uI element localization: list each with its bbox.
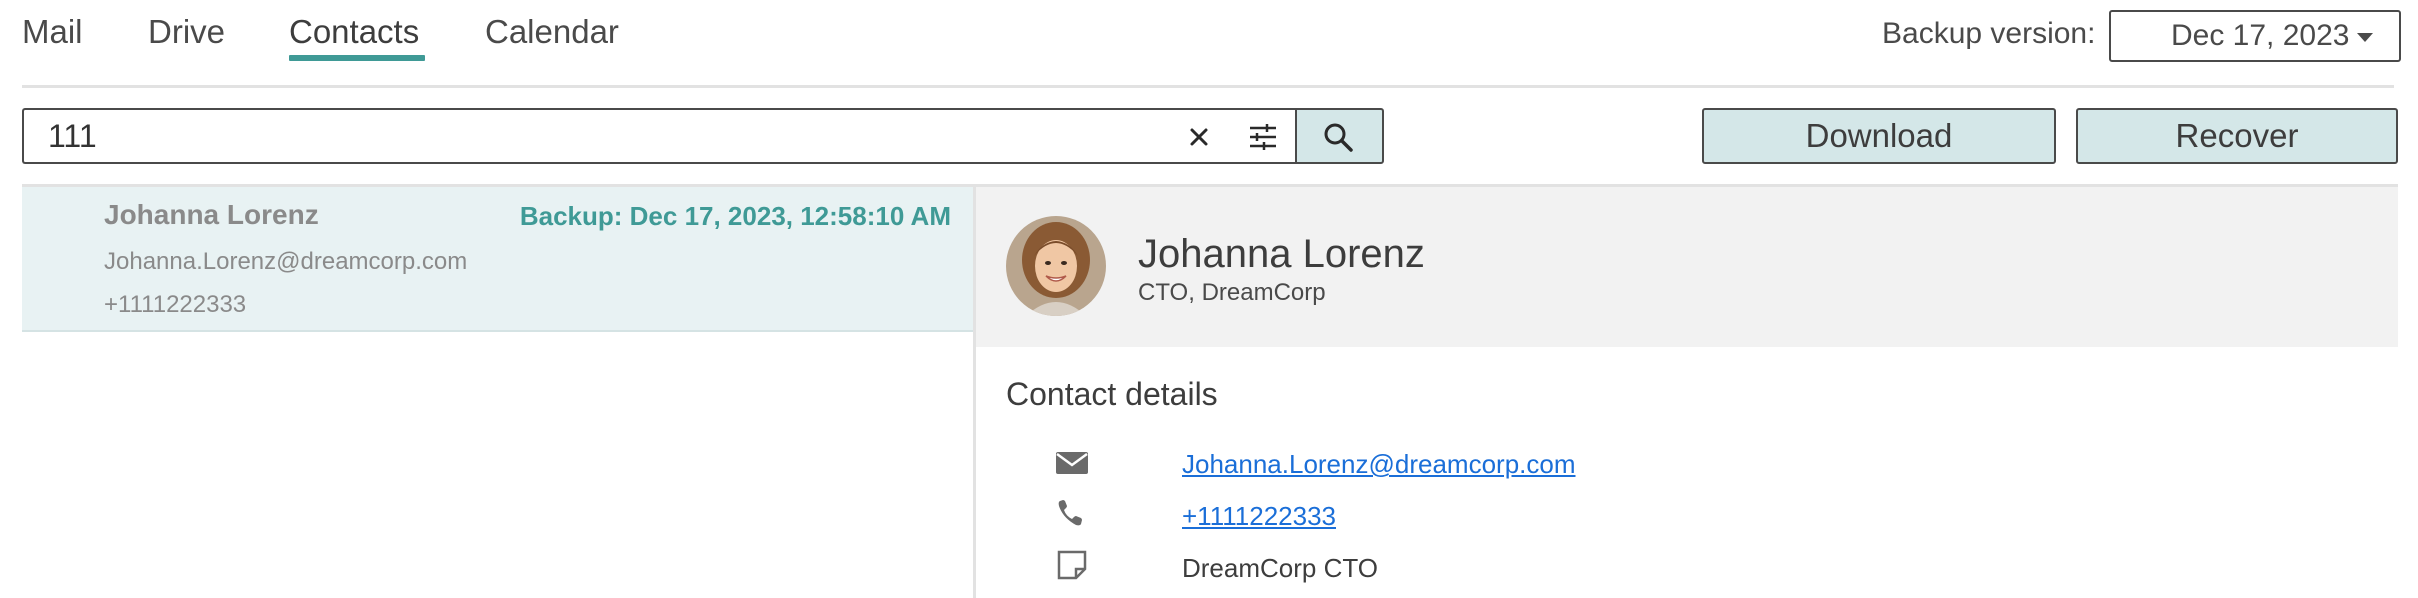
download-button[interactable]: Download bbox=[1702, 108, 2056, 164]
backup-version-label: Backup version: bbox=[1882, 17, 2096, 50]
search-icon bbox=[1324, 123, 1353, 152]
list-item-backup: Backup: Dec 17, 2023, 12:58:10 AM bbox=[519, 201, 951, 231]
contact-name: Johanna Lorenz bbox=[1138, 232, 1425, 276]
search-button[interactable] bbox=[1295, 108, 1384, 164]
list-item-email: Johanna.Lorenz@dreamcorp.com bbox=[104, 248, 468, 275]
tab-drive[interactable]: Drive bbox=[148, 10, 225, 54]
contact-title: CTO, DreamCorp bbox=[1138, 279, 1326, 306]
contact-list-item[interactable]: Johanna Lorenz Backup: Dec 17, 2023, 12:… bbox=[22, 187, 973, 332]
contact-details-heading: Contact details bbox=[1006, 376, 1218, 412]
tab-contacts[interactable]: Contacts bbox=[289, 10, 419, 54]
tab-calendar[interactable]: Calendar bbox=[485, 10, 619, 54]
recover-button[interactable]: Recover bbox=[2076, 108, 2398, 164]
tab-mail[interactable]: Mail bbox=[22, 10, 83, 54]
envelope-icon bbox=[1054, 448, 1090, 478]
contact-phone-link[interactable]: +1111222333 bbox=[1182, 499, 1336, 533]
backup-version-select[interactable]: Dec 17, 2023 bbox=[2109, 10, 2401, 62]
list-item-phone: +1111222333 bbox=[104, 291, 247, 318]
note-icon bbox=[1054, 550, 1090, 580]
avatar bbox=[1006, 216, 1106, 316]
backup-version-value: Dec 17, 2023 bbox=[2171, 19, 2350, 52]
contact-email-link[interactable]: Johanna.Lorenz@dreamcorp.com bbox=[1182, 447, 1576, 481]
sliders-icon[interactable] bbox=[1246, 120, 1280, 154]
contact-note: DreamCorp CTO bbox=[1182, 553, 1379, 583]
caret-down-icon bbox=[2357, 33, 2373, 42]
phone-icon bbox=[1054, 498, 1090, 528]
search-box bbox=[22, 108, 1297, 164]
nav-divider bbox=[22, 85, 2394, 88]
close-icon[interactable] bbox=[1182, 120, 1216, 154]
list-item-name: Johanna Lorenz bbox=[104, 199, 319, 230]
search-input[interactable] bbox=[48, 116, 1148, 156]
active-tab-indicator bbox=[289, 55, 425, 61]
